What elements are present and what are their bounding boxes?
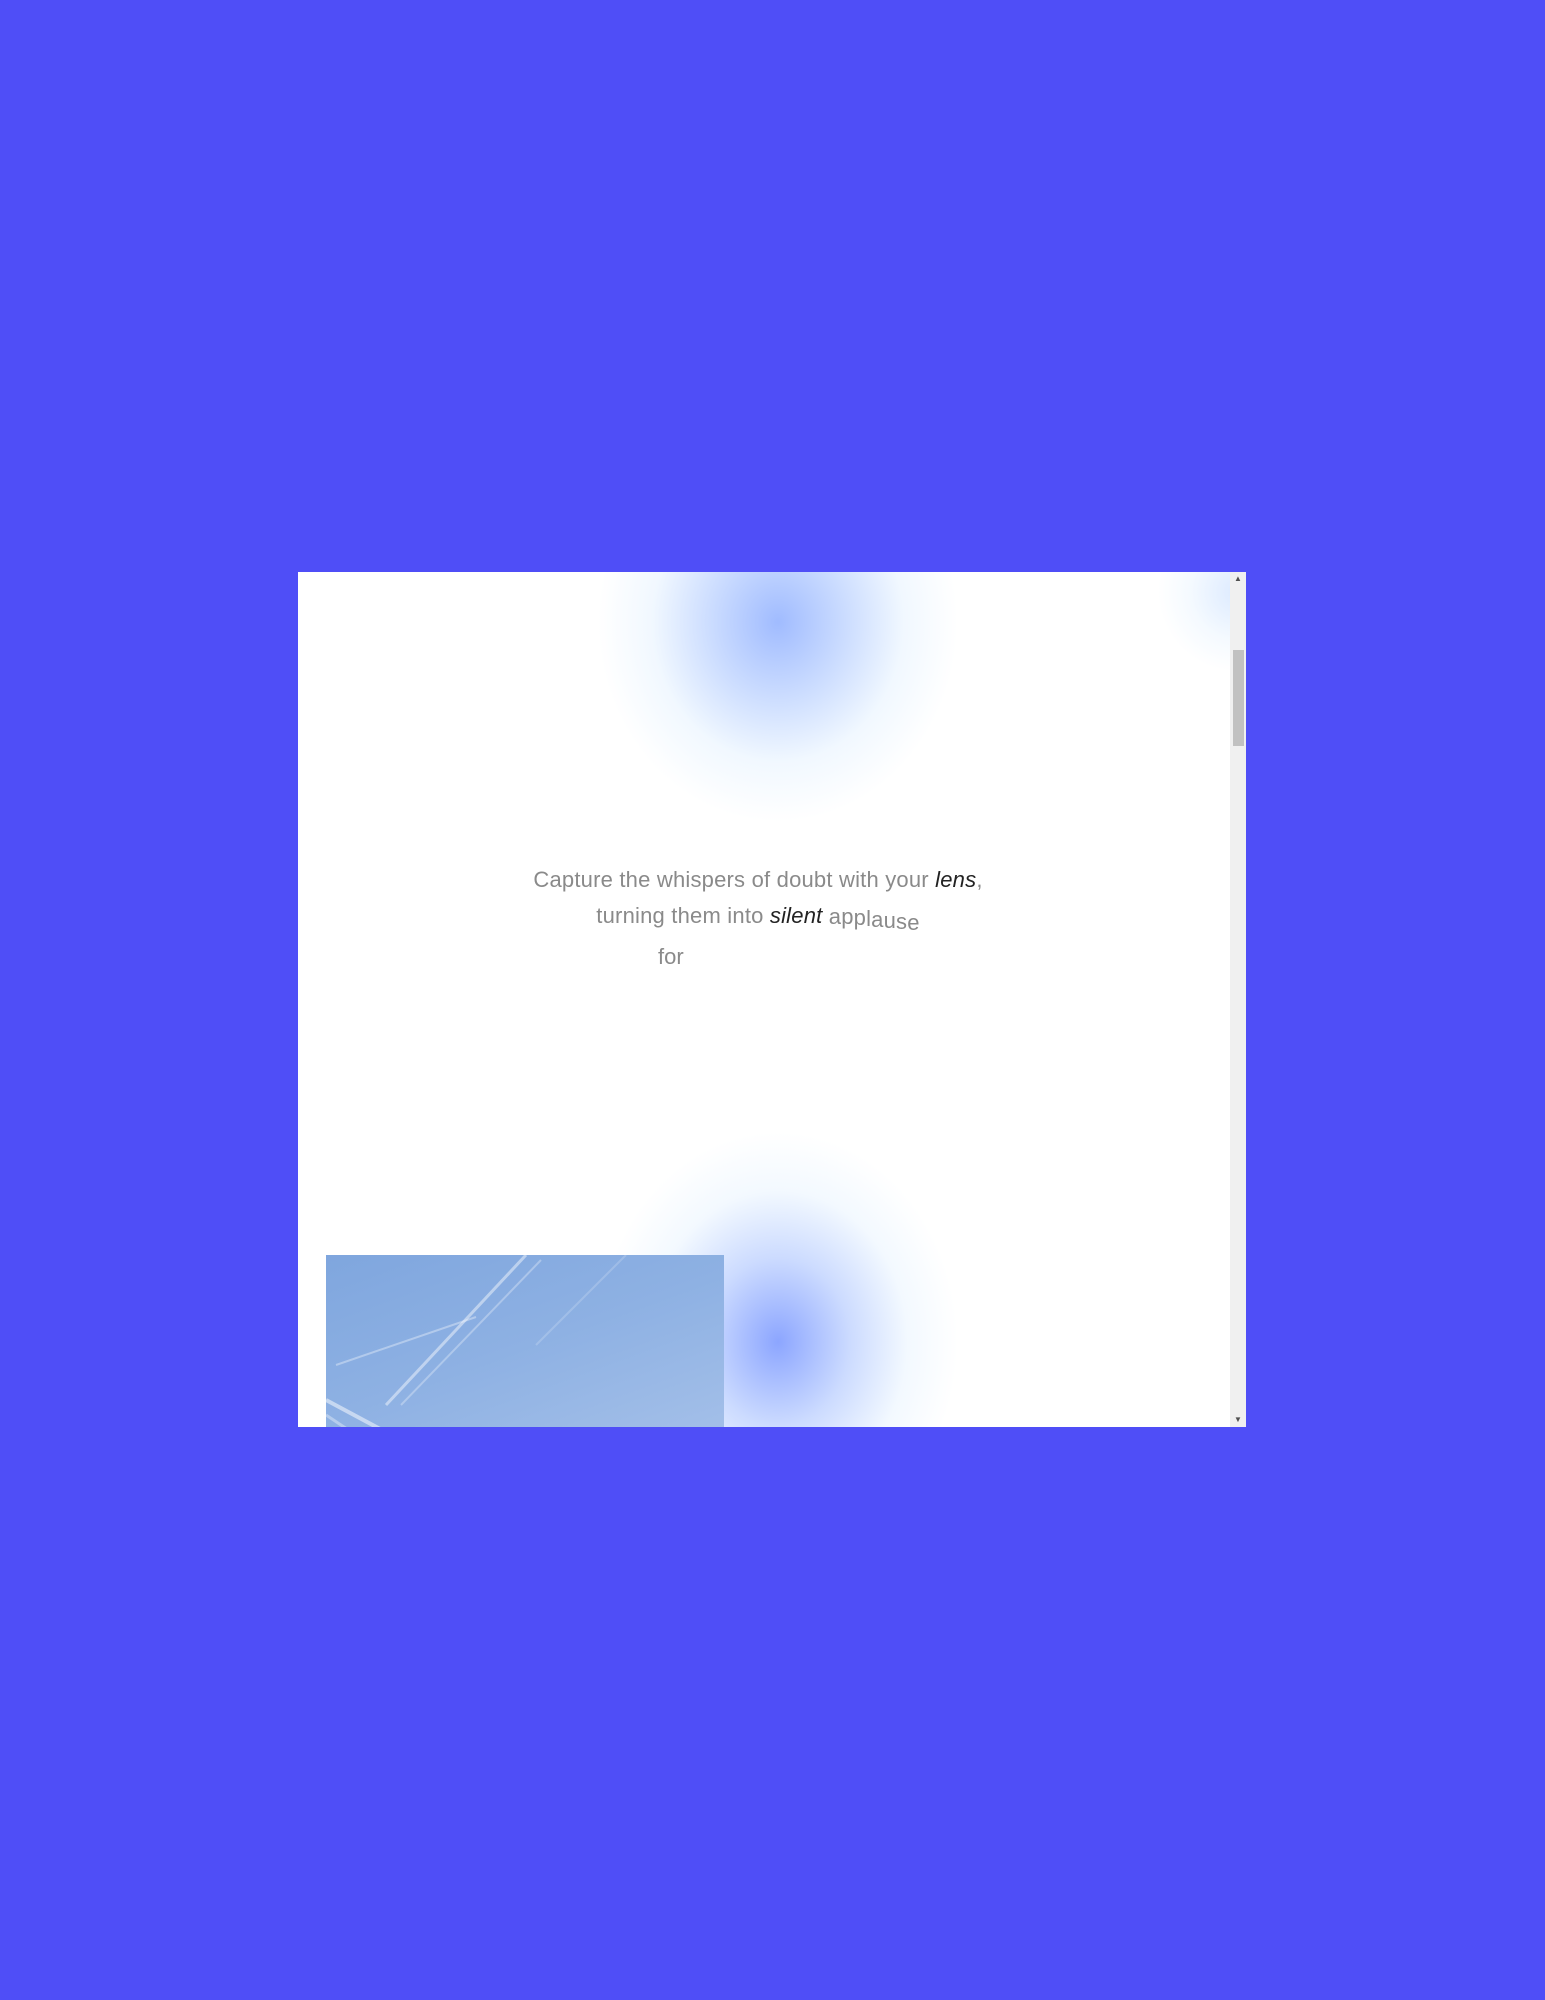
quote-word-for: for <box>658 944 684 968</box>
quote-line-1: Capture the whispers of doubt with your … <box>478 862 1038 898</box>
decorative-glow-corner <box>1158 572 1230 672</box>
sky-photo <box>326 1255 724 1427</box>
quote-text: Capture the whispers of doubt with your … <box>478 862 1038 935</box>
page-viewport: Capture the whispers of doubt with your … <box>298 572 1230 1427</box>
quote-emphasis-silent: silent <box>769 903 823 928</box>
quote-letter: r <box>676 944 684 968</box>
arrow-up-icon[interactable]: ▲ <box>1230 572 1246 586</box>
quote-letter: a <box>871 907 884 932</box>
quote-letter: p <box>853 905 867 930</box>
quote-word-applause: applause <box>829 903 920 935</box>
quote-letter: e <box>907 910 920 935</box>
quote-letter: o <box>664 944 677 968</box>
quote-emphasis-lens: lens <box>935 867 977 892</box>
quote-line-1-start: Capture the whispers of doubt with your <box>533 867 936 892</box>
quote-line-2-start: turning them into <box>596 903 770 928</box>
decorative-glow-top <box>598 572 958 822</box>
vertical-scrollbar[interactable]: ▲ ▼ <box>1230 572 1246 1427</box>
contrail-lines <box>326 1255 627 1427</box>
quote-letter: s <box>896 909 908 934</box>
quote-line-1-end: , <box>976 867 983 892</box>
quote-letter: u <box>883 908 897 933</box>
quote-letter: a <box>828 904 842 929</box>
quote-line-3: for <box>658 944 684 968</box>
arrow-down-icon[interactable]: ▼ <box>1230 1413 1246 1427</box>
scrollbar-thumb[interactable] <box>1233 650 1244 746</box>
browser-window: Capture the whispers of doubt with your … <box>298 572 1246 1427</box>
quote-letter: p <box>841 904 854 929</box>
quote-line-2: turning them into silent applause <box>478 898 1038 935</box>
